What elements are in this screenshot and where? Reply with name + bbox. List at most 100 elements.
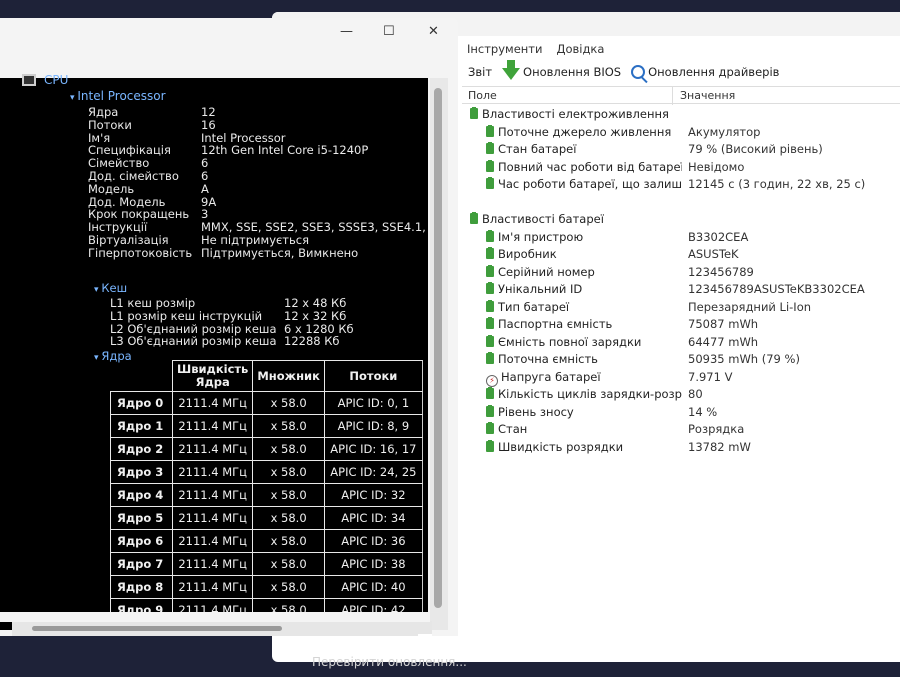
cpu-property-row[interactable]: Гіперпотоковість Підтримується, Вимкнено xyxy=(88,246,448,260)
property-row[interactable]: Рівень зносу 14 % xyxy=(468,404,900,422)
property-row[interactable]: Виробник ASUSTeK xyxy=(468,246,900,264)
property-value: Невідомо xyxy=(688,159,745,174)
core-row[interactable]: Ядро 5 2111.4 МГц x 58.0 APIC ID: 34 xyxy=(110,506,423,531)
tree-node-processor[interactable]: Intel Processor xyxy=(70,89,165,103)
property-row[interactable]: ⚡ Напруга батареї 7.971 V xyxy=(468,369,900,387)
core-row[interactable]: Ядро 1 2111.4 МГц x 58.0 APIC ID: 8, 9 xyxy=(110,414,423,439)
property-value: 12145 с (3 годин, 22 хв, 25 с) xyxy=(688,177,866,191)
column-separator[interactable] xyxy=(672,87,673,105)
cpu-property-row[interactable]: Потоки 16 xyxy=(88,118,448,132)
check-updates-link[interactable]: Перевірити оновлення... xyxy=(312,655,467,669)
cpu-property-row[interactable]: Ім'я Intel Processor xyxy=(88,131,448,145)
property-row[interactable]: Ємність повної зарядки 64477 mWh xyxy=(468,334,900,352)
cache-property-row[interactable]: L1 кеш розмір 12 x 48 Кб xyxy=(110,296,430,310)
property-row[interactable]: Швидкість розрядки 13782 mW xyxy=(468,439,900,457)
bios-update-button[interactable]: Оновлення BIOS xyxy=(502,60,621,80)
hscroll-thumb[interactable] xyxy=(32,626,282,631)
core-name: Ядро 6 xyxy=(110,529,173,554)
core-speed: 2111.4 МГц xyxy=(171,414,254,439)
cache-property-row[interactable]: L2 Об'єднаний розмір кеша 6 x 1280 Кб xyxy=(110,322,430,336)
core-row[interactable]: Ядро 8 2111.4 МГц x 58.0 APIC ID: 40 xyxy=(110,575,423,600)
tree-node-cache[interactable]: Кеш xyxy=(94,281,127,295)
group-title: Властивості батареї xyxy=(470,212,604,226)
voltage-icon: ⚡ xyxy=(486,374,498,387)
core-multiplier: x 58.0 xyxy=(252,483,325,508)
property-row[interactable]: Серійний номер 123456789 xyxy=(468,264,900,282)
chip-icon xyxy=(22,74,36,86)
menu-help[interactable]: Довідка xyxy=(556,42,604,60)
property-value: 123456789 xyxy=(688,264,754,279)
cache-property-row[interactable]: L1 розмір кеш інструкцій 12 x 32 Кб xyxy=(110,309,430,323)
horizontal-scrollbar[interactable] xyxy=(12,621,432,636)
property-label-text: Повний час роботи від батареї xyxy=(498,159,682,174)
cpu-property-row[interactable]: Сімейство 6 xyxy=(88,156,448,170)
battery-icon xyxy=(486,159,494,172)
core-row[interactable]: Ядро 3 2111.4 МГц x 58.0 APIC ID: 24, 25 xyxy=(110,460,423,485)
cpu-label: CPU xyxy=(44,73,69,87)
property-row[interactable]: Ім'я пристрою B3302CEA xyxy=(468,229,900,247)
property-label: Поточна ємність xyxy=(486,352,682,366)
download-arrow-icon xyxy=(502,60,521,80)
property-row[interactable]: Тип батареї Перезарядний Li-Ion xyxy=(468,299,900,317)
driver-update-button[interactable]: Оновлення драйверів xyxy=(631,65,779,79)
property-row[interactable]: Час роботи батареї, що залиш... 12145 с (… xyxy=(468,176,900,194)
property-value: 14 % xyxy=(688,404,718,419)
battery-icon xyxy=(470,212,478,224)
core-threads: APIC ID: 0, 1 xyxy=(323,391,423,416)
cache-property-row[interactable]: L3 Об'єднаний розмір кеша 12288 Кб xyxy=(110,334,430,349)
battery-icon xyxy=(486,422,494,434)
cpu-property-row[interactable]: Дод. Модель 9A xyxy=(88,195,448,209)
core-threads: APIC ID: 32 xyxy=(323,483,423,508)
property-label-text: Кількість циклів зарядки-розр... xyxy=(498,387,682,401)
property-label: Ім'я пристрою xyxy=(486,229,682,244)
property-value: 79 % (Високий рівень) xyxy=(688,142,823,156)
property-label-text: Поточна ємність xyxy=(498,352,598,366)
core-speed: 2111.4 МГц xyxy=(171,575,254,600)
property-label-text: Напруга батареї xyxy=(501,369,601,384)
group-header[interactable]: Властивості батареї xyxy=(468,211,900,229)
report-button[interactable]: Звіт xyxy=(468,65,492,79)
property-row[interactable]: Поточна ємність 50935 mWh (79 %) xyxy=(468,351,900,369)
property-row[interactable]: Поточне джерело живлення Акумулятор xyxy=(468,124,900,142)
close-button[interactable]: ✕ xyxy=(428,24,439,39)
header-multiplier: Множник xyxy=(252,360,325,393)
cpu-property-row[interactable]: Специфікація 12th Gen Intel Core i5-1240P xyxy=(88,143,448,157)
column-field[interactable]: Поле xyxy=(468,89,497,102)
maximize-button[interactable]: ☐ xyxy=(383,24,395,39)
property-value: 75087 mWh xyxy=(688,317,759,331)
property-row[interactable]: Стан Розрядка xyxy=(468,421,900,439)
cpu-property-row[interactable]: Ядра 12 xyxy=(88,105,448,119)
cpu-property-row[interactable]: Віртуалізація Не підтримується xyxy=(88,233,448,247)
column-value[interactable]: Значення xyxy=(680,89,735,102)
minimize-button[interactable]: — xyxy=(340,24,353,39)
battery-icon xyxy=(486,352,494,364)
property-row[interactable]: Унікальний ID 123456789ASUSTeKB3302CEA xyxy=(468,281,900,299)
core-multiplier: x 58.0 xyxy=(252,506,325,531)
core-row[interactable]: Ядро 6 2111.4 МГц x 58.0 APIC ID: 36 xyxy=(110,529,423,554)
core-row[interactable]: Ядро 2 2111.4 МГц x 58.0 APIC ID: 16, 17 xyxy=(110,437,423,462)
cache-property-value: 12288 Кб xyxy=(284,334,340,349)
cpu-property-row[interactable]: Інструкції MMX, SSE, SSE2, SSE3, SSSE3, S… xyxy=(88,220,448,234)
battery-icon xyxy=(470,107,478,119)
core-threads: APIC ID: 38 xyxy=(323,552,423,577)
core-row[interactable]: Ядро 7 2111.4 МГц x 58.0 APIC ID: 38 xyxy=(110,552,423,577)
core-row[interactable]: Ядро 4 2111.4 МГц x 58.0 APIC ID: 32 xyxy=(110,483,423,508)
cpu-property-row[interactable]: Крок покращень 3 xyxy=(88,207,448,221)
property-label-text: Ємність повної зарядки xyxy=(498,334,642,349)
cpu-property-row[interactable]: Дод. сімейство 6 xyxy=(88,169,448,183)
property-value: ASUSTeK xyxy=(688,247,739,261)
menu-tools[interactable]: Інструменти xyxy=(467,42,542,60)
tree-node-cpu[interactable]: CPU xyxy=(22,73,68,87)
property-row[interactable]: Паспортна ємність 75087 mWh xyxy=(468,316,900,334)
group-header[interactable]: Властивості електроживлення xyxy=(468,106,900,124)
property-label-text: Виробник xyxy=(498,247,557,261)
grid-header: Поле Значення xyxy=(462,86,900,105)
cpu-property-row[interactable]: Модель A xyxy=(88,182,448,196)
property-row[interactable]: Повний час роботи від батареї Невідомо xyxy=(468,159,900,177)
property-label-text: Швидкість розрядки xyxy=(498,439,624,454)
core-threads: APIC ID: 40 xyxy=(323,575,423,600)
property-row[interactable]: Кількість циклів зарядки-розр... 80 xyxy=(468,386,900,404)
core-row[interactable]: Ядро 0 2111.4 МГц x 58.0 APIC ID: 0, 1 xyxy=(110,391,423,416)
property-row[interactable]: Стан батареї 79 % (Високий рівень) xyxy=(468,141,900,159)
